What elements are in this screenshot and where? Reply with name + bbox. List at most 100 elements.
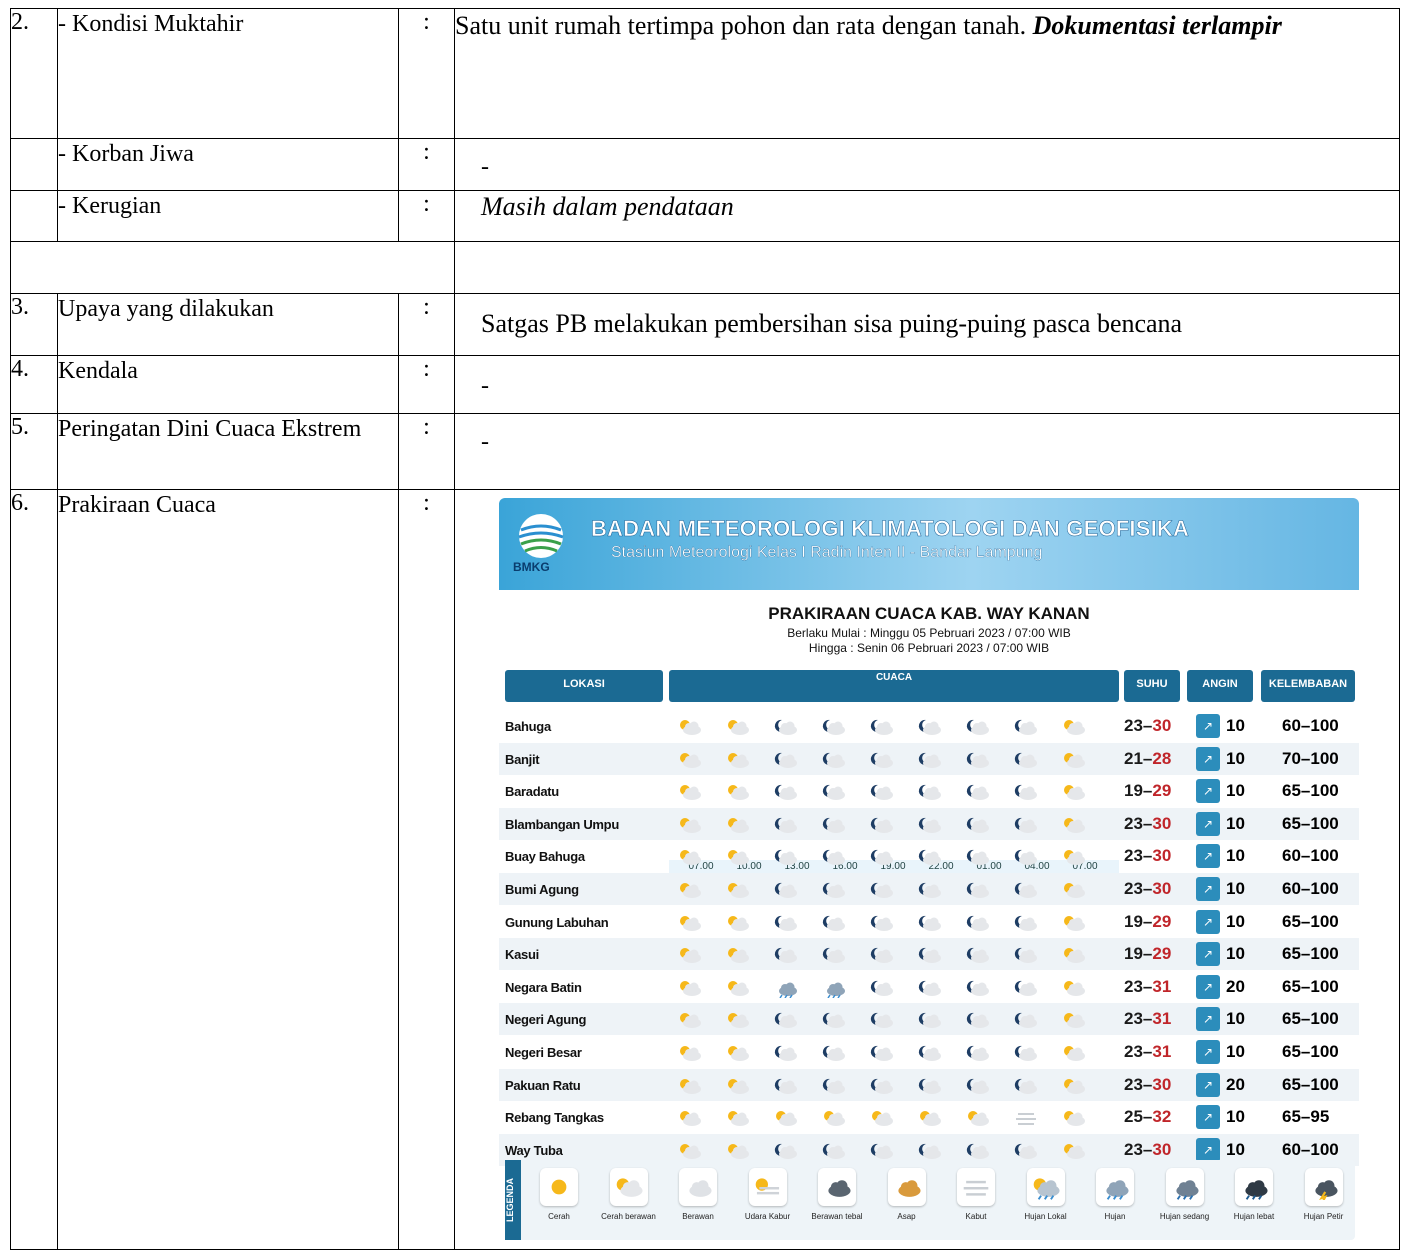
report-table: 2. - Kondisi Muktahir : Satu unit rumah … (10, 8, 1400, 1250)
weather-pcn-icon (917, 846, 943, 866)
temp-separator: – (1142, 1009, 1153, 1029)
weather-pc-icon (677, 781, 703, 801)
legend-item: Hujan sedang (1153, 1168, 1217, 1221)
weather-pcn-icon (965, 912, 991, 932)
temp-low: 19 (1124, 944, 1143, 964)
row-kerugian: - Kerugian : Masih dalam pendataan (10, 190, 1400, 242)
forecast-row: Banjit 21–28 ↗ 10 70–100 (499, 742, 1359, 775)
weather-pcn-icon (773, 944, 799, 964)
weather-pc-icon (773, 1107, 799, 1127)
row-label: Peringatan Dini Cuaca Ekstrem (57, 413, 399, 490)
colon: : (398, 138, 455, 191)
weather-pcn-icon (1013, 1009, 1039, 1029)
weather-pc-icon (725, 1042, 751, 1062)
colon: : (398, 355, 455, 414)
row-number (10, 138, 58, 191)
row-upaya: 3. Upaya yang dilakukan : Satgas PB mela… (10, 293, 1400, 356)
station-name: Stasiun Meteorologi Kelas I Radin Inten … (611, 544, 1043, 561)
wind-speed: 10 (1226, 911, 1245, 931)
temperature-range: 23–31 (1124, 1009, 1171, 1029)
humidity-range: 60–100 (1282, 716, 1339, 735)
weather-pcn-icon (821, 1075, 847, 1095)
temp-high: 31 (1152, 1009, 1172, 1029)
forecast-row: Kasui 19–29 ↗ 10 65–100 (499, 938, 1359, 971)
colon: : (398, 413, 455, 490)
legend-item: Hujan Lokal (1014, 1168, 1078, 1221)
temp-low: 25 (1124, 1107, 1143, 1127)
humidity-range: 65–100 (1282, 781, 1339, 801)
location-name: Bahuga (505, 719, 551, 734)
temp-low: 23 (1124, 1042, 1143, 1061)
weather-pcn-icon (821, 1009, 847, 1029)
weather-pcn-icon (1013, 781, 1039, 801)
weather-pcn-icon (917, 977, 943, 997)
weather-pc-icon (725, 814, 751, 834)
location-name: Buay Bahuga (505, 849, 585, 865)
wind-direction-icon: ↗ (1196, 844, 1220, 869)
wind-direction-icon: ↗ (1196, 877, 1220, 901)
temp-low: 23 (1124, 1139, 1143, 1159)
weather-pc-icon (725, 1107, 751, 1127)
empty-cell (454, 241, 1400, 294)
temp-low: 23 (1124, 976, 1143, 996)
legend-label: Hujan (1104, 1212, 1126, 1221)
temp-high: 32 (1152, 1107, 1172, 1127)
weather-pc-icon (1061, 1042, 1087, 1062)
wind-speed: 20 (1226, 1074, 1245, 1094)
temperature-range: 19–29 (1124, 912, 1171, 932)
weather-pcn-icon (1013, 814, 1039, 834)
weather-pc-icon (1061, 1075, 1087, 1095)
colon: : (398, 489, 455, 1250)
header-angin-label: ANGIN (1202, 678, 1238, 690)
temp-separator: – (1142, 846, 1153, 866)
weather-pc-icon (725, 749, 751, 769)
location-name: Negara Batin (505, 979, 582, 995)
humidity-range: 65–100 (1282, 1074, 1339, 1094)
wind-direction-icon: ↗ (1196, 1137, 1220, 1162)
weather-pcn-icon (773, 1042, 799, 1062)
legend: LEGENDA Cerah Cerah berawan Berawan Udara K… (505, 1160, 1355, 1240)
bmkg-logo-icon (518, 514, 564, 558)
legend-pc-icon (609, 1168, 648, 1206)
weather-pc-icon (725, 781, 751, 801)
legend-label: Udara Kabur (744, 1212, 791, 1221)
weather-pc-icon (677, 1009, 703, 1029)
wind-speed: 10 (1226, 944, 1245, 964)
legend-fog-icon (957, 1168, 995, 1206)
row-number: 4. (10, 355, 58, 414)
weather-fog-icon (1013, 1107, 1039, 1127)
temp-high: 30 (1152, 846, 1172, 866)
weather-pcn-icon (965, 781, 991, 801)
weather-pcn-icon (869, 781, 895, 801)
weather-pcn-icon (869, 749, 895, 769)
temperature-range: 23–30 (1124, 879, 1171, 899)
row-number: 6. (10, 489, 58, 1250)
row-label: - Kondisi Muktahir (57, 8, 399, 139)
weather-pcn-icon (869, 1140, 895, 1160)
row-label: Upaya yang dilakukan (57, 293, 399, 356)
wind-direction-icon: ↗ (1196, 909, 1220, 934)
weather-pc-icon (725, 1140, 751, 1160)
wind-speed: 10 (1226, 1009, 1245, 1029)
weather-pc-icon (677, 1042, 703, 1062)
temp-separator: – (1142, 1074, 1153, 1094)
wind-direction-icon: ↗ (1196, 1040, 1220, 1064)
legend-label: Cerah (548, 1212, 570, 1221)
weather-pcn-icon (917, 716, 943, 736)
weather-pcn-icon (917, 944, 943, 964)
value-text: Satu unit rumah tertimpa pohon dan rata … (455, 11, 1033, 40)
weather-pcn-icon (869, 944, 895, 964)
weather-pc-icon (677, 977, 703, 997)
weather-pc-icon (1061, 814, 1087, 834)
location-name: Baradatu (505, 784, 559, 800)
weather-pcn-icon (917, 1075, 943, 1095)
humidity-range: 65–100 (1282, 1009, 1339, 1029)
weather-pc-icon (725, 716, 751, 736)
temp-low: 23 (1124, 813, 1143, 833)
row-value: - (454, 138, 1400, 191)
weather-pc-icon (1061, 749, 1087, 769)
temperature-range: 23–31 (1124, 977, 1171, 997)
header-lokasi-label: LOKASI (563, 678, 605, 690)
weather-pcn-icon (965, 814, 991, 834)
colon: : (398, 8, 455, 139)
